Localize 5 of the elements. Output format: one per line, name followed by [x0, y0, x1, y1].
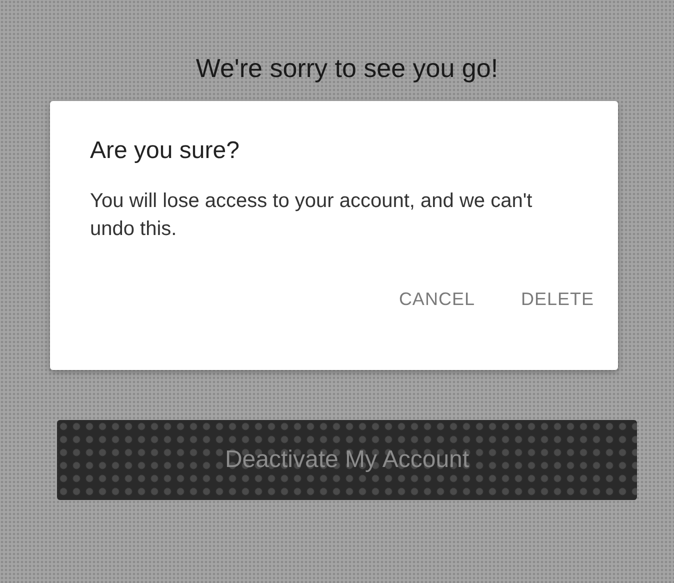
page-heading: We're sorry to see you go! [196, 52, 498, 85]
dialog-message: You will lose access to your account, and we can't undo this. [90, 189, 534, 242]
dialog-action-button[interactable]: CANCEL [392, 285, 481, 314]
dialog-title: Are you sure? [90, 137, 240, 165]
dialog-action-button[interactable]: DELETE [514, 285, 600, 314]
